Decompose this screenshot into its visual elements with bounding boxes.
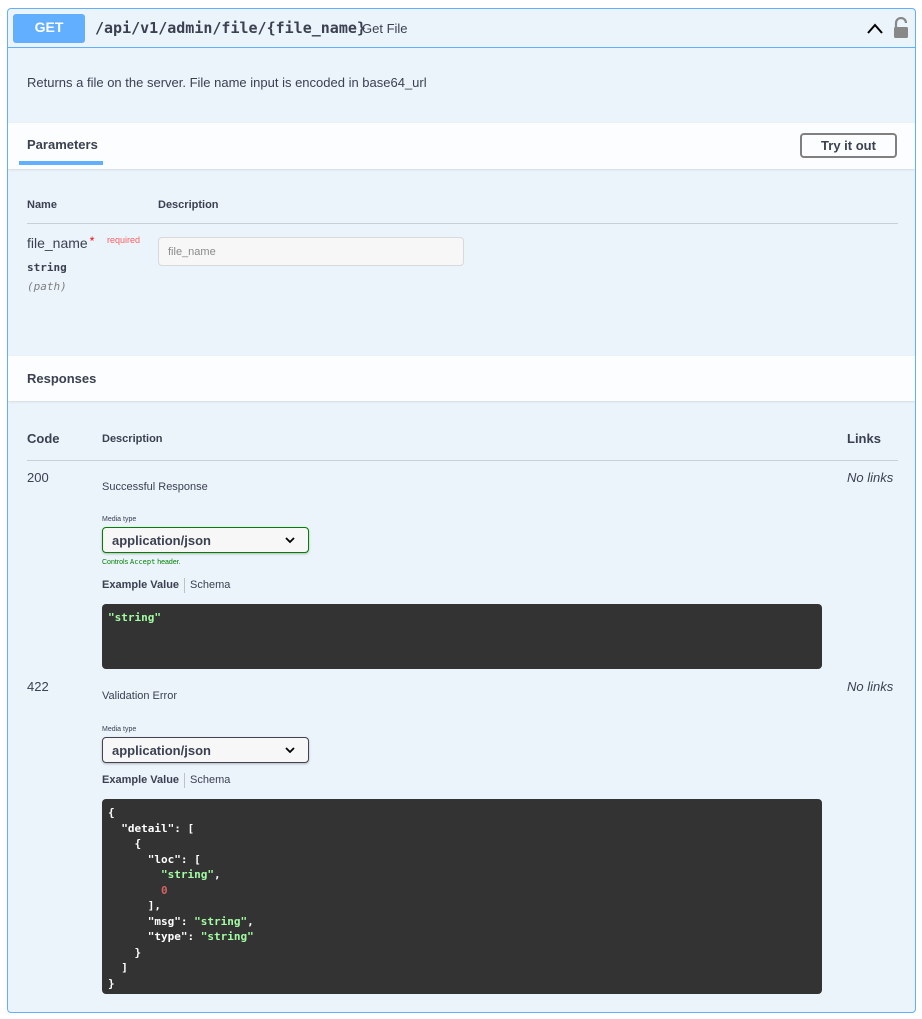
code-string: "string": [200, 930, 254, 943]
code-line: ],: [147, 899, 161, 912]
code-line: }: [134, 945, 142, 959]
code-string: "string": [160, 868, 214, 881]
response-code: 422: [27, 679, 49, 694]
code-string: "string": [108, 611, 161, 624]
example-value-code: "string": [102, 604, 822, 669]
param-header-divider: [27, 223, 898, 224]
code-punct: ,: [247, 914, 254, 928]
code-punct: :: [180, 914, 195, 928]
code-number: 0: [160, 883, 168, 897]
controls-prefix: Controls: [102, 559, 131, 566]
responses-title: Responses: [27, 371, 97, 386]
example-value-code: { "detail": [ { "loc": [ "string", 0 ], …: [102, 799, 822, 994]
code-punct: ,: [213, 868, 221, 881]
param-col-description: Description: [158, 199, 219, 211]
param-name-text: file_name: [27, 235, 88, 251]
code-key: "type": [147, 930, 188, 943]
tab-separator: [184, 773, 186, 788]
tab-example-value[interactable]: Example Value: [102, 774, 179, 786]
operation-description: Returns a file on the server. File name …: [27, 75, 427, 90]
media-type-label: Media type: [102, 726, 137, 733]
responses-header: Responses: [8, 356, 915, 401]
lock-icon[interactable]: [892, 17, 910, 39]
tab-separator: [184, 578, 186, 593]
parameters-header: Parameters Try it out: [8, 123, 915, 169]
media-type-select[interactable]: application/json: [102, 527, 309, 553]
resp-header-divider: [27, 460, 898, 461]
media-type-value: application/json: [112, 743, 211, 758]
param-name: file_name *: [27, 234, 95, 251]
param-location: (path): [27, 280, 67, 293]
file-name-input[interactable]: [158, 237, 464, 266]
media-type-value: application/json: [112, 533, 211, 548]
param-type: string: [27, 261, 67, 274]
response-links: No links: [847, 470, 894, 485]
tab-parameters[interactable]: Parameters: [27, 137, 98, 152]
code-punct: : [: [180, 852, 201, 866]
try-it-out-button[interactable]: Try it out: [800, 133, 897, 158]
http-method-badge: GET: [13, 14, 85, 43]
response-links: No links: [847, 679, 894, 694]
chevron-down-icon: [285, 537, 295, 544]
media-type-select[interactable]: application/json: [102, 737, 309, 763]
response-description: Validation Error: [102, 690, 177, 702]
chevron-down-icon: [285, 747, 295, 754]
example-tabs: Example Value Schema: [102, 773, 230, 788]
response-description: Successful Response: [102, 481, 208, 493]
endpoint-summary: Get File: [362, 21, 408, 36]
tab-example-value[interactable]: Example Value: [102, 579, 179, 591]
code-punct: : [: [174, 821, 195, 835]
resp-col-code: Code: [27, 431, 60, 446]
required-star: *: [89, 234, 95, 248]
chevron-up-icon[interactable]: [865, 19, 885, 39]
resp-col-links: Links: [847, 431, 881, 446]
media-type-label: Media type: [102, 516, 137, 523]
code-string: "string": [194, 914, 248, 928]
operation-block: GET /api/v1/admin/file/{file_name} Get F…: [7, 8, 916, 1013]
controls-code: Accept: [130, 558, 156, 566]
param-col-name: Name: [27, 199, 57, 211]
example-tabs: Example Value Schema: [102, 578, 230, 593]
code-key: "loc": [147, 852, 181, 866]
code-key: "detail": [121, 821, 175, 835]
tab-schema[interactable]: Schema: [190, 579, 230, 591]
code-line: {: [134, 837, 142, 850]
operation-summary[interactable]: GET /api/v1/admin/file/{file_name} Get F…: [8, 9, 915, 48]
code-line: {: [108, 806, 115, 819]
resp-col-description: Description: [102, 433, 163, 445]
code-line: ]: [121, 961, 128, 974]
required-label: required: [107, 235, 141, 245]
tab-schema[interactable]: Schema: [190, 774, 230, 786]
code-punct: :: [187, 930, 201, 943]
controls-accept-note: Controls Accept header.: [102, 558, 181, 566]
code-line: }: [108, 976, 115, 990]
tab-underline: [19, 161, 103, 165]
controls-suffix: header.: [155, 559, 181, 566]
code-key: "msg": [147, 914, 181, 928]
response-code: 200: [27, 470, 49, 485]
endpoint-path: /api/v1/admin/file/{file_name}: [95, 19, 366, 37]
